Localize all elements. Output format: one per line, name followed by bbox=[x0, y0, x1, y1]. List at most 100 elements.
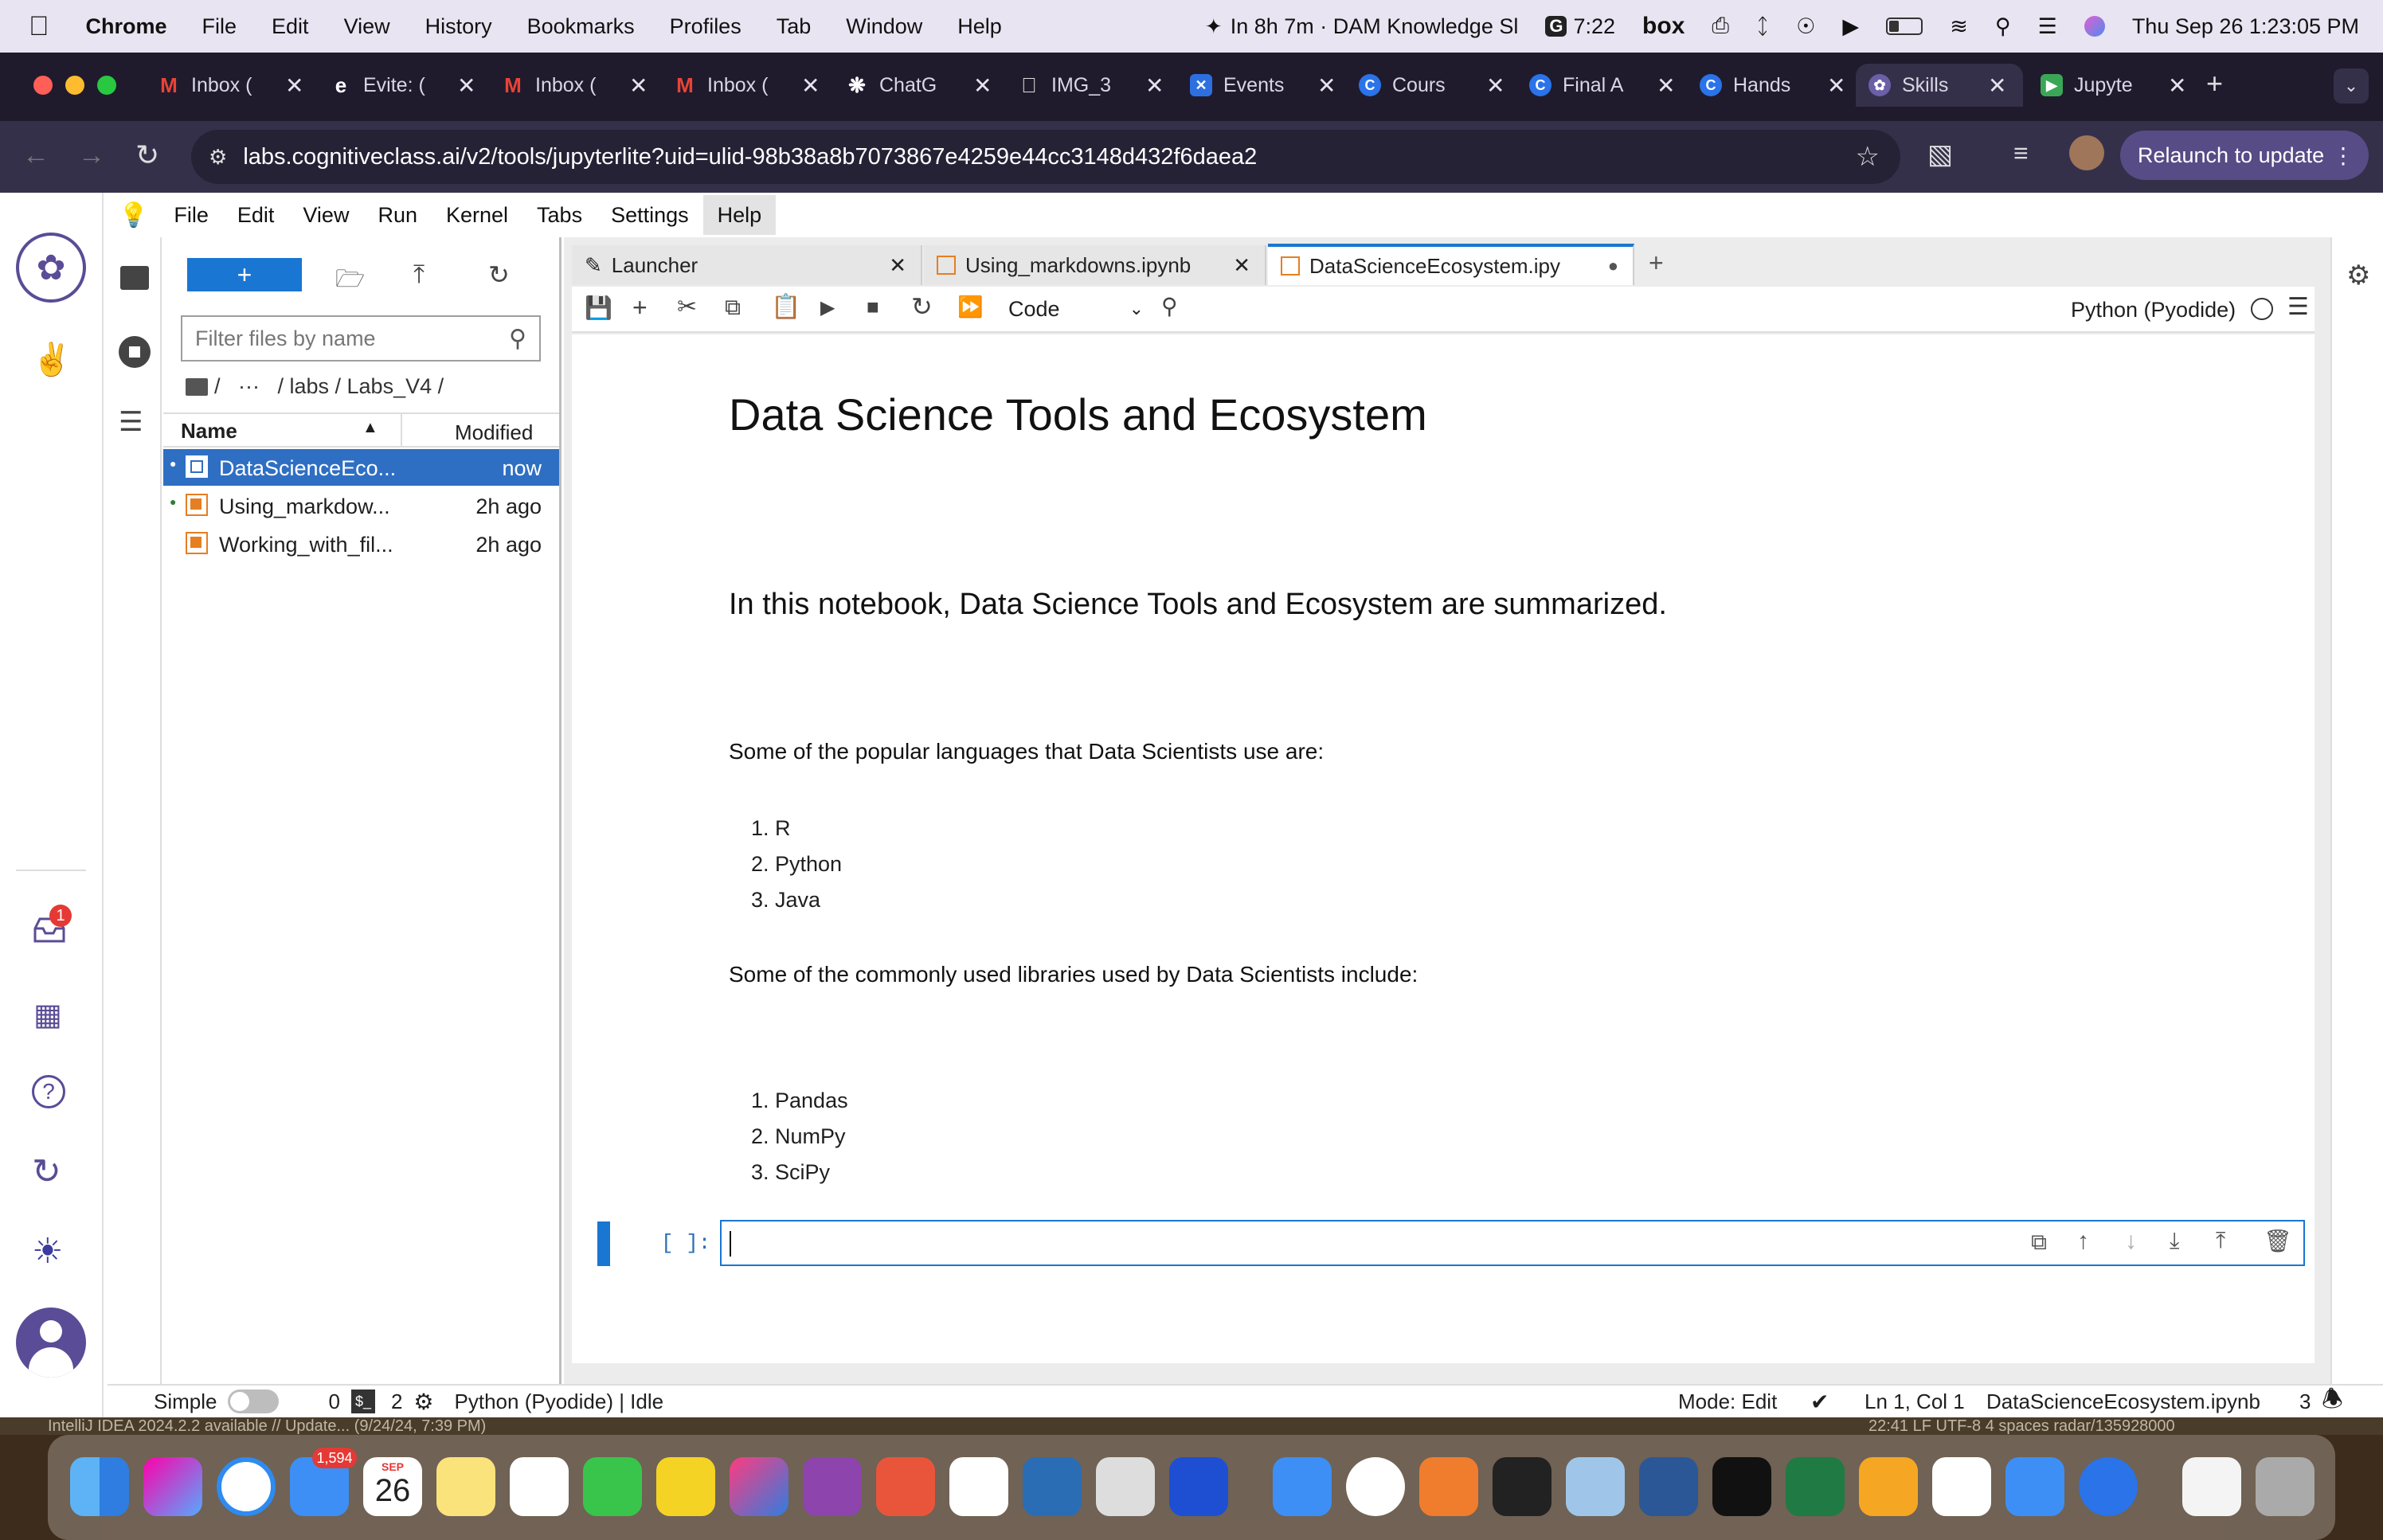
menubar-bookmarks[interactable]: Bookmarks bbox=[527, 14, 635, 39]
browser-tab-coursera-1[interactable]: C Cours ✕ bbox=[1359, 64, 1510, 107]
minimize-window-button[interactable] bbox=[65, 76, 84, 95]
new-launcher-button[interactable]: + bbox=[187, 258, 302, 291]
paste-icon[interactable]: 📋 bbox=[771, 293, 800, 321]
file-row-working-with-files[interactable]: Working_with_fil... 2h ago bbox=[163, 526, 559, 562]
home-folder-icon[interactable] bbox=[186, 377, 208, 396]
box-icon[interactable]: box bbox=[1642, 13, 1685, 40]
intellij-icon[interactable] bbox=[730, 1457, 788, 1516]
table-of-contents-icon[interactable]: ☰ bbox=[119, 406, 143, 438]
browser-tab-events[interactable]: ✕ Events ✕ bbox=[1190, 64, 1341, 107]
menu-help[interactable]: Help bbox=[702, 195, 777, 235]
upload-icon[interactable]: ⤒ bbox=[413, 260, 425, 290]
new-tab-button[interactable]: + bbox=[2206, 67, 2223, 100]
menubar-datetime[interactable]: Thu Sep 26 1:23:05 PM bbox=[2132, 14, 2359, 39]
reading-list-icon[interactable]: ≡ bbox=[2013, 139, 2029, 168]
move-up-icon[interactable]: ↑ bbox=[2077, 1228, 2089, 1255]
terminals-count[interactable]: 0 bbox=[328, 1390, 339, 1414]
profile-avatar[interactable] bbox=[2069, 135, 2104, 170]
running-kernels-icon[interactable] bbox=[119, 336, 151, 368]
menubar-history[interactable]: History bbox=[425, 14, 492, 39]
notifications-count[interactable]: 3 bbox=[2299, 1390, 2311, 1414]
tab-search-button[interactable]: ⌄ bbox=[2334, 68, 2369, 104]
copy-icon[interactable]: ⧉ bbox=[725, 295, 741, 321]
text-document-icon[interactable] bbox=[2182, 1457, 2241, 1516]
file-row-datascienceecosystem[interactable]: ● DataScienceEco... now bbox=[163, 449, 559, 486]
browser-tab-gmail-1[interactable]: M Inbox (✕ bbox=[158, 64, 309, 107]
browser-tab-coursera-2[interactable]: C Final A ✕ bbox=[1529, 64, 1681, 107]
tab-using-markdowns[interactable]: Using_markdowns.ipynb ✕ bbox=[924, 245, 1266, 285]
scrobbles-icon[interactable] bbox=[876, 1457, 935, 1516]
browser-tab-jupyter[interactable]: ▶ Jupyte ✕ bbox=[2041, 64, 2192, 107]
chrome-icon[interactable] bbox=[1346, 1457, 1405, 1516]
file-row-using-markdowns[interactable]: ● Using_markdow... 2h ago bbox=[163, 487, 559, 524]
keynote-icon[interactable] bbox=[1273, 1457, 1332, 1516]
miro-icon[interactable] bbox=[656, 1457, 715, 1516]
theme-brightness-icon[interactable]: ☀ bbox=[32, 1231, 63, 1272]
stop-icon[interactable]: ■ bbox=[867, 295, 879, 319]
save-icon[interactable]: 💾 bbox=[585, 295, 612, 321]
delete-cell-icon[interactable]: 🗑 bbox=[2264, 1228, 2292, 1254]
menubar-app-name[interactable]: Chrome bbox=[86, 14, 167, 39]
menu-view[interactable]: View bbox=[288, 195, 363, 235]
tab-close-icon[interactable]: ✕ bbox=[1827, 72, 1845, 99]
skills-network-logo[interactable]: ✿ bbox=[16, 233, 86, 303]
printer-icon[interactable]: ⎙ bbox=[1712, 14, 1729, 39]
calendar-icon[interactable]: SEP 26 bbox=[363, 1457, 422, 1516]
safari-icon[interactable] bbox=[217, 1457, 276, 1516]
apple-icon[interactable]:  bbox=[29, 11, 49, 42]
freeform-icon[interactable] bbox=[510, 1457, 569, 1516]
wifi-icon[interactable]: ≋ bbox=[1950, 14, 1968, 39]
simple-mode-toggle[interactable] bbox=[228, 1390, 280, 1413]
reload-icon[interactable]: ↻ bbox=[135, 139, 159, 172]
run-icon[interactable]: ▶ bbox=[820, 296, 835, 319]
kernels-count[interactable]: 2 bbox=[391, 1390, 402, 1414]
menubar-tab[interactable]: Tab bbox=[777, 14, 812, 39]
menubar-edit[interactable]: Edit bbox=[272, 14, 309, 39]
preview-icon[interactable] bbox=[1566, 1457, 1625, 1516]
control-center-icon[interactable]: ☰ bbox=[2038, 14, 2057, 39]
restart-icon[interactable]: ↻ bbox=[911, 291, 933, 322]
site-info-icon[interactable]: ⚙ bbox=[209, 145, 227, 170]
menubar-file[interactable]: File bbox=[202, 14, 237, 39]
kernel-status-text[interactable]: Python (Pyodide) | Idle bbox=[455, 1390, 664, 1414]
back-icon[interactable]: ← bbox=[22, 140, 49, 171]
cut-icon[interactable]: ✂ bbox=[677, 293, 697, 321]
quicktime-icon[interactable] bbox=[1023, 1457, 1082, 1516]
tab-launcher[interactable]: ✎ Launcher ✕ bbox=[572, 245, 922, 285]
play-icon[interactable]: ▶ bbox=[1842, 14, 1859, 39]
close-window-button[interactable] bbox=[33, 76, 53, 95]
menu-run[interactable]: Run bbox=[363, 195, 432, 235]
coursera-app-icon[interactable] bbox=[2079, 1457, 2138, 1516]
browser-tab-skills[interactable]: ✿ Skills ✕ bbox=[1856, 64, 2023, 107]
inbox-icon[interactable]: 1 bbox=[32, 905, 72, 946]
search-icon[interactable]: ⚲ bbox=[1995, 14, 2011, 39]
tab-close-icon[interactable]: ✕ bbox=[801, 72, 820, 99]
menubar-profiles[interactable]: Profiles bbox=[670, 14, 742, 39]
address-bar[interactable]: ⚙ labs.cognitiveclass.ai/v2/tools/jupyte… bbox=[191, 130, 1900, 184]
insert-cell-icon[interactable]: + bbox=[632, 293, 648, 322]
siri-icon[interactable] bbox=[2084, 16, 2105, 37]
sync-icon[interactable]: ↻ bbox=[32, 1151, 61, 1192]
menu-kernel[interactable]: Kernel bbox=[432, 195, 522, 235]
battery-icon[interactable] bbox=[1886, 18, 1923, 35]
browser-tab-coursera-3[interactable]: C Hands ✕ bbox=[1700, 64, 1851, 107]
news-icon[interactable]: ▦ bbox=[33, 997, 62, 1033]
menubar-view[interactable]: View bbox=[344, 14, 390, 39]
refresh-icon[interactable]: ↻ bbox=[488, 260, 510, 290]
zoom-window-button[interactable] bbox=[97, 76, 116, 95]
breadcrumb-path[interactable]: / ··· / labs / Labs_V4 / bbox=[214, 374, 444, 399]
user-avatar-icon[interactable] bbox=[16, 1307, 86, 1378]
new-folder-icon[interactable]: 🗁 bbox=[335, 261, 365, 302]
bell-icon[interactable]: 🕭 bbox=[2322, 1382, 2343, 1422]
shield-check-icon[interactable]: ✔ bbox=[1810, 1389, 1829, 1415]
tab-close-icon[interactable]: ✕ bbox=[1233, 253, 1250, 278]
app-store-icon[interactable] bbox=[2005, 1457, 2064, 1516]
extensions-icon[interactable]: ▧ bbox=[1927, 139, 1953, 170]
tab-close-icon[interactable]: ✕ bbox=[973, 72, 992, 99]
terminal-icon-2[interactable] bbox=[1712, 1457, 1771, 1516]
terminal-app-icon[interactable] bbox=[1493, 1457, 1551, 1516]
tab-close-icon[interactable]: ✕ bbox=[285, 72, 303, 99]
menu-settings[interactable]: Settings bbox=[597, 195, 703, 235]
timer-status-item[interactable]: G 7:22 bbox=[1545, 14, 1615, 39]
word-icon[interactable] bbox=[1639, 1457, 1698, 1516]
